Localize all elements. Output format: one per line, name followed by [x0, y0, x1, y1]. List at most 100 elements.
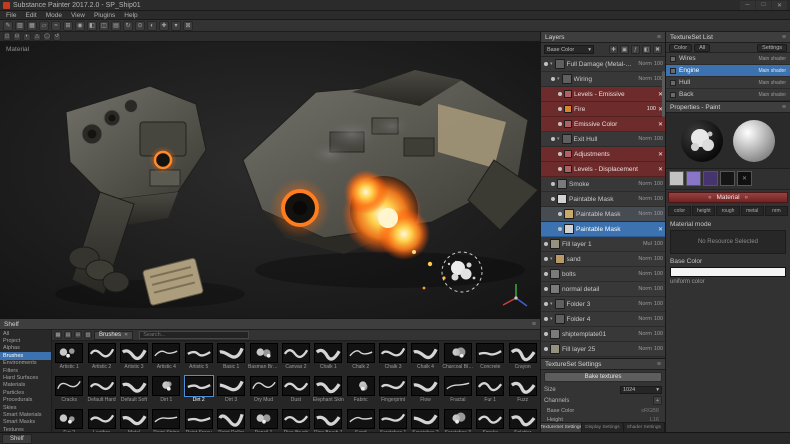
opacity-value[interactable]: 100 [654, 286, 663, 292]
visibility-toggle-icon[interactable] [551, 137, 555, 141]
shelf-category-procedurals[interactable]: Procedurals [0, 397, 51, 404]
brush-settings-icon[interactable]: ▤ [111, 21, 121, 31]
size-select[interactable]: 1024▾ [620, 386, 662, 394]
wireframe-icon[interactable]: △ [33, 33, 41, 41]
brush-item[interactable]: Scratches 3 [442, 408, 474, 432]
layer-row[interactable]: ▾Folder 3Norm100 [541, 297, 665, 312]
grid-icon[interactable]: ⊠ [183, 21, 193, 31]
expand-arrow-icon[interactable]: ▾ [550, 256, 553, 262]
brush-item[interactable]: Fabric [345, 375, 377, 408]
brush-item[interactable]: Fuzz [506, 375, 538, 408]
close-icon[interactable]: ✕ [658, 226, 663, 233]
blend-mode[interactable]: Norm [638, 136, 651, 142]
blend-mode[interactable]: Norm [638, 211, 651, 217]
brush-item[interactable]: Artistic 4 [150, 342, 182, 375]
viewport-3d[interactable]: ◫⊡◐△◯↺ [0, 32, 540, 318]
brush-item[interactable]: Basman Brush [247, 342, 279, 375]
visibility-toggle-icon[interactable] [544, 272, 548, 276]
brush-item[interactable]: Fingerprint [377, 375, 409, 408]
brush-item[interactable]: Crayon [506, 342, 538, 375]
panel-menu-icon[interactable]: ≡ [657, 34, 661, 41]
view-list-icon[interactable]: ▤ [64, 331, 72, 339]
menu-edit[interactable]: Edit [25, 12, 36, 19]
add-effect-icon[interactable]: ƒ [631, 45, 640, 54]
base-color-swatch[interactable] [670, 267, 786, 277]
maximize-button[interactable]: □ [756, 1, 771, 10]
opacity-value[interactable]: 100 [647, 106, 656, 112]
minimize-button[interactable]: ─ [740, 1, 755, 10]
shelf-category-all[interactable]: All [0, 330, 51, 337]
brush-item[interactable]: Chalk 2 [345, 342, 377, 375]
textureset-item-hull[interactable]: HullMain shader [666, 77, 790, 89]
brush-item[interactable]: Canvas 2 [280, 342, 312, 375]
bake-textures-button[interactable]: Bake textures [544, 372, 662, 382]
visibility-toggle-icon[interactable] [558, 92, 562, 96]
layer-row[interactable]: Fire100✕ [541, 102, 665, 117]
layer-row[interactable]: Paintable MaskNorm100 [541, 207, 665, 222]
purple-channel-thumb[interactable] [703, 171, 718, 186]
expand-arrow-icon[interactable]: ▾ [550, 316, 553, 322]
layer-row[interactable]: ▾Full Damage (Metal-Rough)Norm100 [541, 57, 665, 72]
close-button[interactable]: ✕ [772, 1, 787, 10]
shelf-category-smart-materials[interactable]: Smart Materials [0, 411, 51, 418]
rotate-view-icon[interactable]: ↻ [123, 21, 133, 31]
visibility-toggle-icon[interactable] [544, 257, 548, 261]
brush-item[interactable]: Default Hard [85, 375, 117, 408]
opacity-value[interactable]: 100 [654, 241, 663, 247]
prev-icon[interactable]: « [708, 195, 711, 201]
empty-channel-thumb[interactable]: ✕ [737, 171, 752, 186]
brush-item[interactable]: Dirt 2 [183, 375, 215, 408]
layer-row[interactable]: SmokeNorm100 [541, 177, 665, 192]
brush-item[interactable]: Rico Brush [280, 408, 312, 432]
add-layer-icon[interactable]: ✚ [609, 45, 618, 54]
brush-item[interactable]: Dry Mud [247, 375, 279, 408]
close-icon[interactable]: ✕ [658, 166, 663, 173]
blend-mode[interactable]: Norm [638, 271, 651, 277]
visibility-toggle-icon[interactable] [558, 212, 562, 216]
visibility-toggle-icon[interactable] [544, 347, 548, 351]
clone-tool-icon[interactable]: ⊞ [63, 21, 73, 31]
add-folder-icon[interactable]: ▣ [620, 45, 629, 54]
brush-item[interactable]: Chalk 4 [409, 342, 441, 375]
grayscale-channel-thumb[interactable] [669, 171, 684, 186]
brush-item[interactable]: Sand [345, 408, 377, 432]
opacity-value[interactable]: 100 [654, 316, 663, 322]
opacity-value[interactable]: 100 [654, 211, 663, 217]
panel-menu-icon[interactable]: ≡ [657, 361, 661, 368]
blend-mode[interactable]: Norm [638, 196, 651, 202]
shelf-search-input[interactable] [139, 331, 249, 339]
settings-button[interactable]: Settings [757, 44, 787, 52]
blend-mode[interactable]: Norm [638, 181, 651, 187]
material-preview-sphere[interactable] [733, 120, 775, 162]
menu-plugins[interactable]: Plugins [94, 12, 115, 19]
channel-button-nrm[interactable]: nrm [765, 206, 788, 216]
brush-item[interactable]: Cracks [53, 375, 85, 408]
environment-icon[interactable]: ◯ [43, 33, 51, 41]
layer-row[interactable]: Adjustments✕ [541, 147, 665, 162]
add-channel-button[interactable]: + [653, 396, 662, 405]
channel-button-rough[interactable]: rough [716, 206, 739, 216]
shading-mode-icon[interactable]: ◐ [23, 33, 31, 41]
focus-icon[interactable]: ⊙ [135, 21, 145, 31]
opacity-value[interactable]: 100 [654, 346, 663, 352]
brush-item[interactable]: Smoke [474, 408, 506, 432]
blend-mode[interactable]: Norm [638, 331, 651, 337]
brush-item[interactable]: Artistic 5 [183, 342, 215, 375]
opacity-value[interactable]: 100 [654, 301, 663, 307]
symmetry-icon[interactable]: ◫ [99, 21, 109, 31]
panel-menu-icon[interactable]: ≡ [782, 34, 786, 41]
brush-item[interactable]: Elephant Skin [312, 375, 344, 408]
blend-mode[interactable]: Mul [643, 241, 652, 247]
polygon-fill-tool-icon[interactable]: ▱ [39, 21, 49, 31]
close-icon[interactable]: ✕ [658, 151, 663, 158]
visibility-toggle-icon[interactable] [551, 182, 555, 186]
shelf-category-brushes[interactable]: Brushes [0, 352, 51, 359]
delete-layer-icon[interactable]: ✖ [653, 45, 662, 54]
brush-item[interactable]: Scratches 1 [377, 408, 409, 432]
panel-menu-icon[interactable]: ≡ [782, 104, 786, 111]
material-mode-value[interactable]: No Resource Selected [670, 230, 786, 254]
brush-item[interactable]: Default Soft [118, 375, 150, 408]
view-small-icon[interactable]: ⊞ [74, 331, 82, 339]
dropdown-icon[interactable]: ▾ [171, 21, 181, 31]
brush-item[interactable]: Dirt 1 [150, 375, 182, 408]
